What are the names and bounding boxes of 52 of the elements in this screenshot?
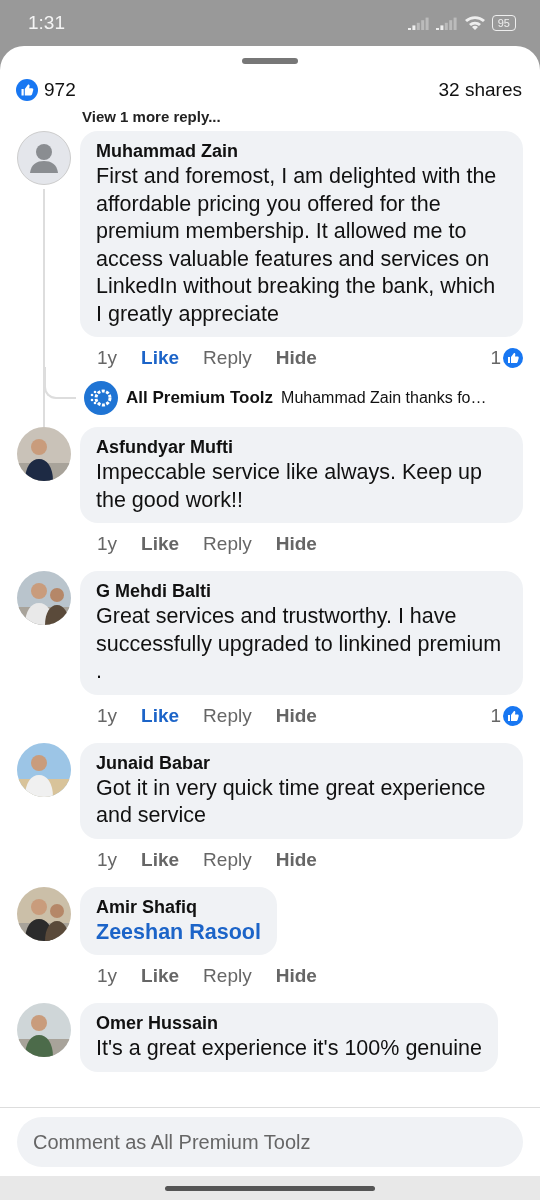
status-time: 1:31 <box>28 12 65 34</box>
hide-link[interactable]: Hide <box>275 347 317 369</box>
home-indicator[interactable] <box>165 1185 375 1191</box>
hide-link[interactable]: Hide <box>275 965 317 987</box>
comment-time: 1y <box>97 965 118 987</box>
signal-icon <box>435 16 458 30</box>
comment-text: Impeccable service like always. Keep up the good work!! <box>96 459 483 514</box>
reply-link[interactable]: Reply <box>203 704 252 727</box>
commenter-name[interactable]: Asfundyar Mufti <box>96 435 507 459</box>
hide-link[interactable]: Hide <box>275 533 317 555</box>
comment-time: 1y <box>97 704 118 727</box>
battery-level: 95 <box>491 15 516 31</box>
avatar-icon <box>17 131 71 185</box>
reply-link[interactable]: Reply <box>203 347 252 369</box>
reply-author[interactable]: All Premium Toolz <box>126 388 274 408</box>
share-count[interactable]: 32 shares <box>438 79 522 101</box>
reaction-count[interactable]: 972 <box>44 79 76 101</box>
comment-text: Great services and trustworthy. I have successfully upgraded to linkined premium . <box>96 603 503 685</box>
view-more-replies[interactable]: View 1 more reply... <box>82 108 540 125</box>
reply-text[interactable]: Muhammad Zain thanks fo… <box>281 389 487 407</box>
like-count: 1 <box>490 347 501 369</box>
like-icon <box>16 79 38 101</box>
like-icon <box>503 705 523 726</box>
comment-text: First and foremost, I am delighted with the affordable pricing you offered for the premium membership. It allowed me to access valuable features and services on LinkedIn without breaking the bank, which I greatly appreciate <box>96 163 498 328</box>
like-link[interactable]: Like <box>141 848 180 871</box>
like-link[interactable]: Like <box>141 347 180 369</box>
like-link[interactable]: Like <box>141 704 180 727</box>
comment-time: 1y <box>97 848 118 871</box>
drag-handle[interactable] <box>242 58 298 64</box>
comment-time: 1y <box>97 347 118 369</box>
reply-link[interactable]: Reply <box>203 965 252 987</box>
signal-icon <box>407 16 430 30</box>
commenter-name[interactable]: Muhammad Zain <box>96 139 507 163</box>
hide-link[interactable]: Hide <box>275 704 317 727</box>
gear-icon <box>84 381 118 415</box>
hide-link[interactable]: Hide <box>275 848 317 871</box>
like-link[interactable]: Like <box>141 533 180 555</box>
comment-time: 1y <box>97 533 118 555</box>
reply-link[interactable]: Reply <box>203 533 252 555</box>
commenter-name[interactable]: Junaid Babar <box>96 750 507 775</box>
comment-text: Got it in very quick time great experience and service <box>96 774 487 829</box>
commenter-name[interactable]: G Mehdi Balti <box>96 579 507 603</box>
commenter-name[interactable]: Omer Hussain <box>96 1011 482 1035</box>
comment-input[interactable]: Comment as All Premium Toolz <box>17 1117 523 1167</box>
like-icon <box>503 348 523 368</box>
like-link[interactable]: Like <box>141 965 180 987</box>
mention-link[interactable]: Zeeshan Rasool <box>96 918 261 946</box>
wifi-icon <box>463 15 486 31</box>
like-count: 1 <box>490 704 501 727</box>
comment-text: It's a great experience it's 100% genuine <box>96 1035 482 1062</box>
commenter-name[interactable]: Amir Shafiq <box>96 894 261 919</box>
reply-link[interactable]: Reply <box>203 848 252 871</box>
